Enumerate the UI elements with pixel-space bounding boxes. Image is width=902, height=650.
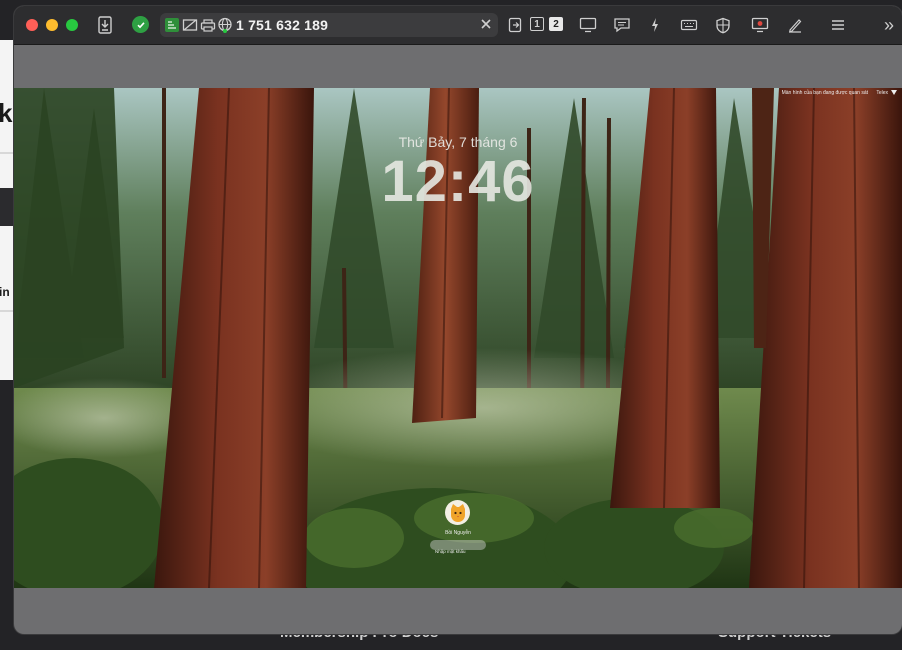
- globe-status-icon: [217, 16, 233, 34]
- wifi-icon[interactable]: [891, 90, 897, 95]
- background-page-left-strip: k in: [0, 40, 14, 380]
- connection-verified-icon: [132, 16, 149, 33]
- lock-screen-time: 12:46: [381, 149, 535, 214]
- screen-privacy-icon[interactable]: [182, 16, 198, 34]
- remote-screen[interactable]: Màn hình của bạn đang được quan sát Tele…: [14, 88, 902, 588]
- minimize-window-button[interactable]: [46, 19, 58, 31]
- monitor-1-button[interactable]: 1: [530, 17, 544, 31]
- password-input[interactable]: [430, 546, 486, 557]
- menu-icon[interactable]: [831, 16, 845, 34]
- password-field[interactable]: [430, 540, 486, 557]
- close-session-icon[interactable]: [480, 17, 492, 35]
- toolbar: 1 751 632 189 1 2 »: [14, 6, 902, 45]
- user-avatar[interactable]: [445, 500, 470, 525]
- background-heading-fragment: k: [0, 98, 13, 128]
- menubar-status-text: Màn hình của bạn đang được quan sát: [781, 90, 868, 96]
- zoom-window-button[interactable]: [66, 19, 78, 31]
- security-shield-icon[interactable]: [715, 16, 731, 34]
- menubar-input-language[interactable]: Telex: [876, 90, 888, 96]
- keyboard-mode-icon[interactable]: [164, 16, 180, 34]
- switch-session-icon[interactable]: [508, 16, 522, 34]
- monitor-2-button[interactable]: 2: [549, 17, 563, 31]
- printer-icon[interactable]: [200, 16, 216, 34]
- display-settings-icon[interactable]: [579, 16, 597, 34]
- background-text-fragment: in: [0, 285, 10, 299]
- connection-address-bar[interactable]: 1 751 632 189: [160, 13, 498, 37]
- annotate-pen-icon[interactable]: [787, 16, 803, 34]
- close-window-button[interactable]: [26, 19, 38, 31]
- user-name: Bồi Nguyễn: [445, 530, 471, 536]
- actions-lightning-icon[interactable]: [650, 16, 660, 34]
- record-screen-icon[interactable]: [751, 16, 769, 34]
- keyboard-icon[interactable]: [680, 16, 698, 34]
- connection-id: 1 751 632 189: [236, 17, 329, 33]
- file-transfer-icon[interactable]: [98, 16, 112, 34]
- expand-toolbar-icon[interactable]: »: [884, 15, 894, 36]
- remote-desktop-window: 1 751 632 189 1 2 » Màn hình của bạn đan…: [14, 6, 902, 634]
- cat-avatar-icon: [450, 503, 465, 522]
- chat-icon[interactable]: [613, 16, 631, 34]
